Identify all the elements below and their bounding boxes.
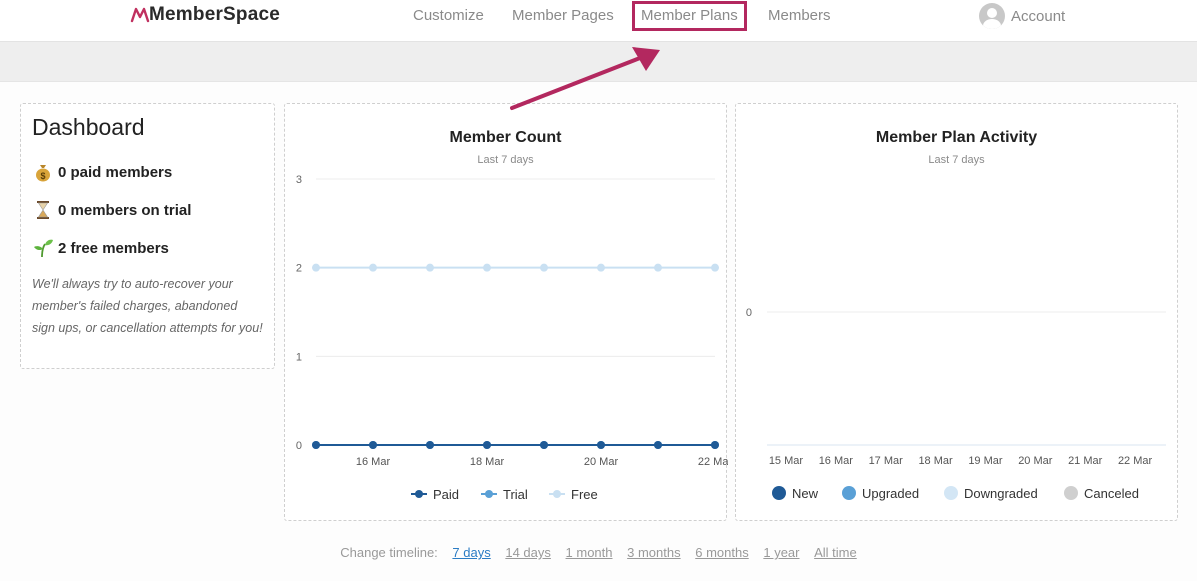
hourglass-icon: [37, 201, 49, 219]
x-tick-label: 20 Mar: [584, 456, 619, 468]
money-bag-icon: $: [36, 165, 50, 182]
y-tick-label: 3: [296, 174, 302, 186]
legend-marker-canceled: [1064, 486, 1078, 500]
timeline-1-year[interactable]: 1 year: [763, 545, 799, 560]
timeline-6-months[interactable]: 6 months: [695, 545, 748, 560]
data-point-paid: [540, 441, 548, 449]
data-point-paid: [654, 441, 662, 449]
recovery-note: We'll always try to auto-recover your me…: [32, 277, 263, 335]
x-tick-label: 17 Mar: [869, 455, 904, 467]
member-count-card: Member Count Last 7 days 0 1 2 3 16 Mar 18 Ma…: [284, 103, 728, 521]
trial-members-text: 0 members on trial: [58, 201, 192, 219]
nav-member-plans[interactable]: Member Plans: [632, 1, 747, 31]
x-tick-label: 22 Mar: [1118, 455, 1153, 467]
data-point-paid: [312, 441, 320, 449]
plan-activity-chart: 0 15 Mar 16 Mar 17 Mar 18 Mar 19 Mar 20 Mar 21 …: [746, 307, 1166, 501]
top-nav: MemberSpace Customize Member Pages Membe…: [0, 0, 1197, 42]
legend-marker-new: [772, 486, 786, 500]
svg-text:$: $: [40, 171, 45, 181]
data-point-paid: [369, 441, 377, 449]
nav-member-pages[interactable]: Member Pages: [512, 7, 614, 24]
memberspace-logo[interactable]: MemberSpace: [130, 4, 280, 26]
x-tick-label: 22 Mar: [698, 456, 728, 468]
account-menu[interactable]: Account: [979, 3, 1065, 29]
x-tick-label: 16 Mar: [819, 455, 854, 467]
data-point-free: [312, 263, 320, 272]
legend-label-downgraded: Downgraded: [964, 486, 1038, 501]
data-point-paid: [426, 441, 434, 449]
legend-label-paid: Paid: [433, 487, 459, 502]
data-point-paid: [597, 441, 605, 449]
data-point-free: [711, 263, 719, 272]
timeline-7-days[interactable]: 7 days: [452, 545, 490, 560]
legend-label-upgraded: Upgraded: [862, 486, 919, 501]
timeline-14-days[interactable]: 14 days: [505, 545, 551, 560]
timeline-3-months[interactable]: 3 months: [627, 545, 680, 560]
timeline-1-month[interactable]: 1 month: [566, 545, 613, 560]
legend-marker-free: [553, 490, 561, 498]
legend-label-new: New: [792, 486, 819, 501]
legend-label-trial: Trial: [503, 487, 528, 502]
x-tick-label: 18 Mar: [470, 456, 505, 468]
memberspace-m-icon: [130, 7, 150, 23]
trial-members-stat: 0 members on trial: [32, 191, 263, 229]
x-tick-label: 18 Mar: [918, 455, 953, 467]
x-tick-label: 19 Mar: [968, 455, 1003, 467]
legend-marker-paid: [415, 490, 423, 498]
avatar-icon: [979, 3, 1005, 29]
data-point-free: [597, 263, 605, 272]
account-label: Account: [1011, 7, 1066, 25]
dashboard-title: Dashboard: [32, 114, 145, 140]
plan-activity-card: Member Plan Activity Last 7 days 0 15 Mar…: [735, 103, 1178, 521]
header-band: [0, 42, 1197, 82]
timeline-selector: Change timeline: 7 days 14 days 1 month …: [0, 545, 1197, 560]
paid-members-stat: $ 0 paid members: [32, 153, 263, 191]
free-members-stat: 2 free members: [32, 229, 263, 267]
data-point-paid: [483, 441, 491, 449]
legend-label-canceled: Canceled: [1084, 486, 1139, 501]
x-tick-label: 21 Mar: [1068, 455, 1103, 467]
logo-text: MemberSpace: [149, 4, 281, 25]
data-point-free: [483, 263, 491, 272]
data-point-paid: [711, 441, 719, 449]
data-point-free: [540, 263, 548, 272]
legend-marker-downgraded: [944, 486, 958, 500]
free-members-text: 2 free members: [58, 239, 169, 257]
y-tick-label: 2: [296, 263, 302, 275]
x-tick-label: 15 Mar: [769, 455, 804, 467]
dashboard-card: Dashboard $ 0 paid members 0 members on …: [20, 103, 275, 369]
seedling-icon: [34, 239, 53, 258]
x-tick-label: 16 Mar: [356, 456, 391, 468]
nav-members[interactable]: Members: [768, 7, 831, 24]
paid-members-text: 0 paid members: [58, 163, 173, 181]
legend-marker-upgraded: [842, 486, 856, 500]
y-tick-label: 1: [296, 351, 302, 363]
timeline-label: Change timeline:: [340, 545, 438, 560]
legend-label-free: Free: [571, 487, 598, 502]
data-point-free: [654, 263, 662, 272]
x-tick-label: 20 Mar: [1018, 455, 1053, 467]
data-point-free: [369, 263, 377, 272]
timeline-all-time[interactable]: All time: [814, 545, 857, 560]
member-count-chart: 0 1 2 3 16 Mar 18 Mar 20 Mar 22 Mar Paid Trial Fre…: [296, 174, 728, 502]
nav-customize[interactable]: Customize: [413, 7, 484, 24]
y-tick-label: 0: [296, 440, 302, 452]
legend-marker-trial: [485, 490, 493, 498]
y-tick-label: 0: [746, 307, 752, 319]
data-point-free: [426, 263, 434, 272]
